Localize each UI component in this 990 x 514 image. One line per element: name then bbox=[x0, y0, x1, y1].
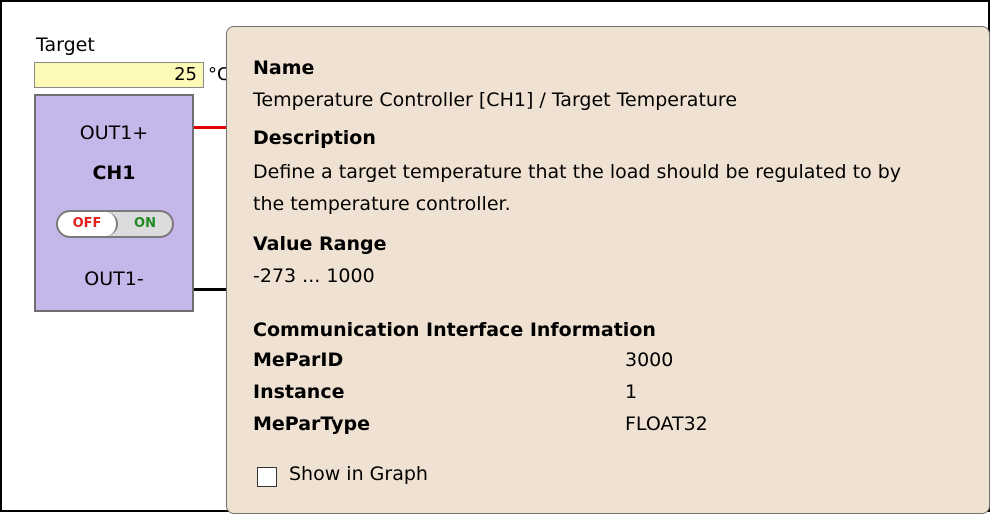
instance-value: 1 bbox=[625, 381, 638, 403]
toggle-on-label[interactable]: ON bbox=[118, 212, 172, 236]
comm-interface-heading: Communication Interface Information bbox=[253, 319, 656, 341]
negative-wire bbox=[194, 288, 226, 291]
description-heading: Description bbox=[253, 127, 376, 149]
instance-label: Instance bbox=[253, 381, 345, 403]
meparid-value: 3000 bbox=[625, 349, 674, 371]
mepartype-label: MeParType bbox=[253, 413, 370, 435]
out-minus-label: OUT1- bbox=[84, 268, 144, 290]
parameter-tooltip: Name Temperature Controller [CH1] / Targ… bbox=[226, 26, 990, 514]
channel-block[interactable]: OUT1+ CH1 OFF ON OUT1- bbox=[34, 94, 194, 312]
target-temperature-input[interactable]: 25 bbox=[34, 62, 204, 88]
mepartype-value: FLOAT32 bbox=[625, 413, 708, 435]
positive-wire bbox=[194, 126, 226, 129]
target-label: Target bbox=[36, 34, 95, 56]
value-range-value: -273 ... 1000 bbox=[253, 265, 375, 287]
channel-name: CH1 bbox=[92, 162, 136, 184]
value-range-heading: Value Range bbox=[253, 233, 387, 255]
show-in-graph-checkbox[interactable] bbox=[257, 467, 277, 487]
meparid-label: MeParID bbox=[253, 349, 344, 371]
canvas-frame: Target 25 °C OUT1+ CH1 OFF ON OUT1- Name… bbox=[0, 0, 990, 514]
name-heading: Name bbox=[253, 57, 315, 79]
description-text-line1: Define a target temperature that the loa… bbox=[253, 161, 902, 183]
description-text-line2: the temperature controller. bbox=[253, 193, 511, 215]
out-plus-label: OUT1+ bbox=[79, 122, 149, 144]
show-in-graph-label[interactable]: Show in Graph bbox=[289, 463, 428, 485]
toggle-off-label[interactable]: OFF bbox=[58, 212, 118, 236]
channel-on-off-toggle[interactable]: OFF ON bbox=[56, 210, 174, 238]
name-value: Temperature Controller [CH1] / Target Te… bbox=[253, 89, 738, 111]
